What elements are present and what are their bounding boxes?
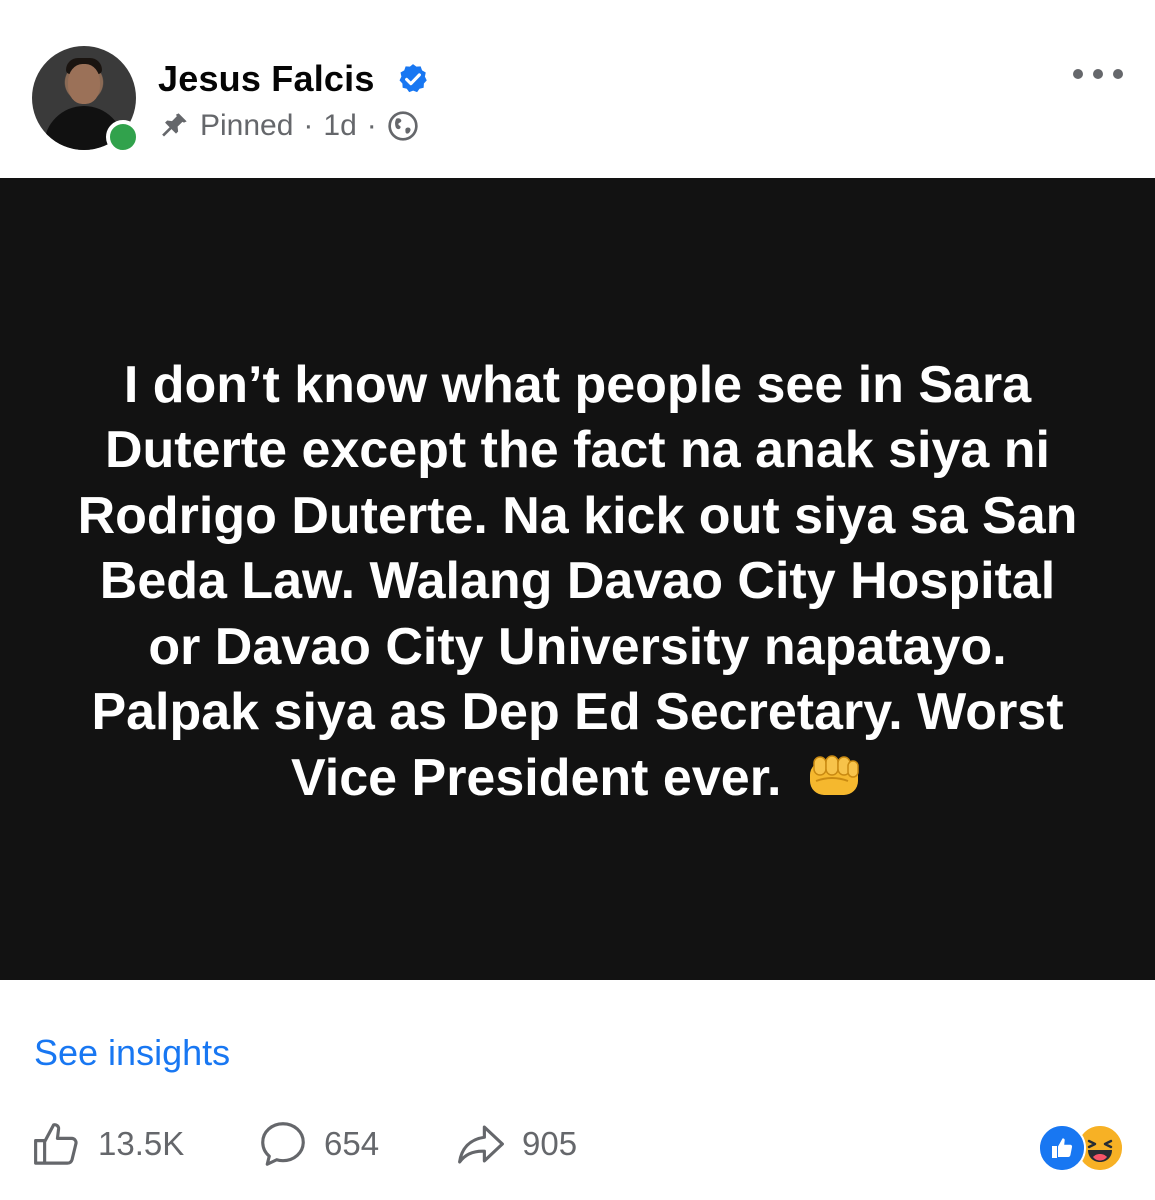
post-header: Jesus Falcis Pinned · 1d ·: [0, 0, 1155, 178]
post-meta: Pinned · 1d ·: [158, 106, 419, 146]
like-reaction-icon: [1038, 1124, 1086, 1172]
comment-icon: [261, 1122, 305, 1166]
author-avatar[interactable]: [32, 46, 140, 154]
like-icon: [34, 1123, 78, 1165]
share-button[interactable]: 905: [454, 1112, 577, 1176]
comment-count: 654: [324, 1125, 380, 1162]
meta-separator: ·: [366, 109, 377, 142]
globe-icon: [388, 111, 418, 141]
verified-badge-icon: [399, 64, 427, 93]
post-text-wrap: I don’t know what people see in Sara Dut…: [78, 353, 1078, 812]
pin-icon: [162, 113, 187, 137]
share-count: 905: [522, 1125, 578, 1162]
see-insights-link[interactable]: See insights: [34, 1032, 230, 1074]
ellipsis-icon: [1073, 69, 1123, 79]
more-options-button[interactable]: [1068, 56, 1128, 92]
fist-icon: [809, 755, 859, 795]
author-name[interactable]: Jesus Falcis: [158, 58, 375, 100]
post-text-card: I don’t know what people see in Sara Dut…: [0, 178, 1155, 980]
post-actions-bar: 13.5K 654 905: [0, 1112, 1155, 1182]
post-text: I don’t know what people see in Sara Dut…: [77, 355, 1078, 807]
meta-separator: ·: [303, 109, 314, 142]
like-count: 13.5K: [98, 1125, 185, 1162]
like-button[interactable]: 13.5K: [30, 1112, 184, 1176]
reaction-summary[interactable]: [1038, 1124, 1128, 1172]
pinned-label: Pinned: [200, 109, 294, 142]
share-icon: [458, 1125, 504, 1164]
comment-button[interactable]: 654: [256, 1112, 379, 1176]
online-status-dot: [106, 120, 140, 154]
post-time[interactable]: 1d: [323, 109, 356, 143]
